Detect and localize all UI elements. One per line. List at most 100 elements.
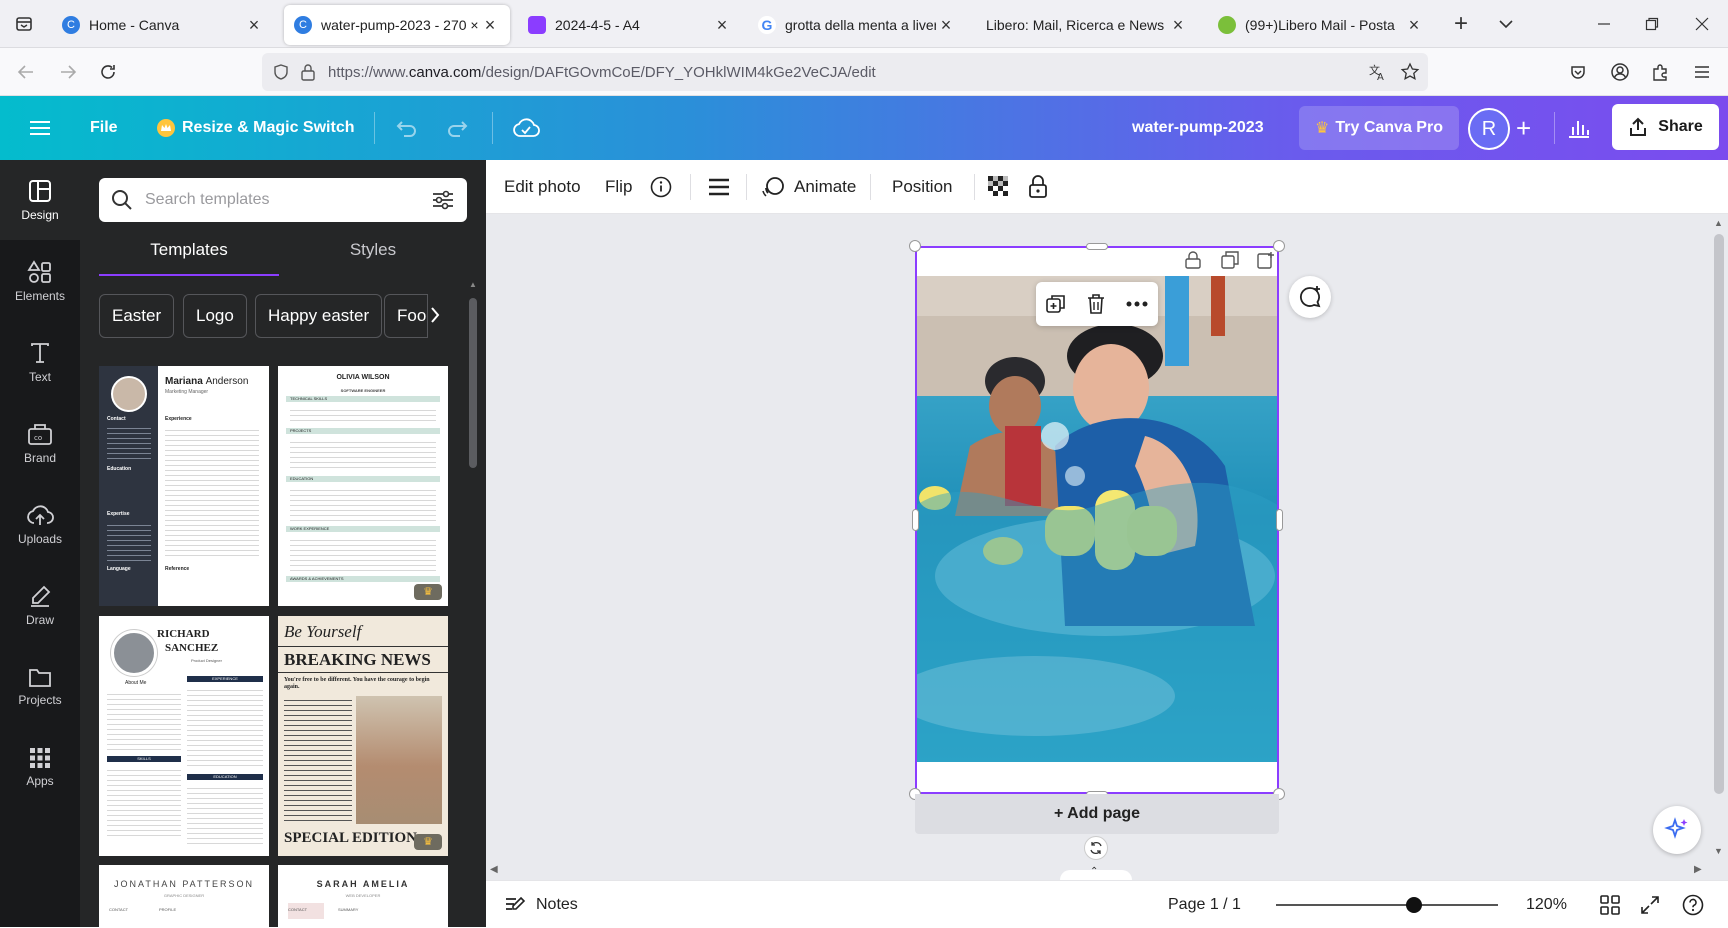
add-page-icon[interactable] xyxy=(1256,250,1276,270)
animate-button[interactable]: Animate xyxy=(762,160,856,214)
template-card[interactable]: OLIVIA WILSON SOFTWARE ENGINEER TECHNICA… xyxy=(278,366,448,606)
close-tab-icon[interactable]: × xyxy=(1168,15,1188,36)
tab-list-button[interactable] xyxy=(8,8,40,40)
try-canva-pro-button[interactable]: ♛ Try Canva Pro xyxy=(1299,106,1459,150)
new-tab-icon[interactable]: + xyxy=(1447,10,1475,38)
chips-next-chevron-icon[interactable] xyxy=(430,306,440,324)
lock-page-icon[interactable] xyxy=(1183,250,1203,270)
rail-item-projects[interactable]: Projects xyxy=(0,646,80,726)
search-input[interactable] xyxy=(145,191,419,209)
rail-item-brand[interactable]: co Brand xyxy=(0,403,80,483)
magic-assistant-button[interactable] xyxy=(1653,806,1701,854)
chip-logo[interactable]: Logo xyxy=(183,294,247,338)
close-window-icon[interactable] xyxy=(1688,10,1716,38)
undo-icon[interactable] xyxy=(394,96,418,160)
add-comment-button[interactable] xyxy=(1289,276,1331,318)
trash-icon[interactable] xyxy=(1086,293,1106,315)
template-card[interactable]: Be Yourself BREAKING NEWS You're free to… xyxy=(278,616,448,856)
back-arrow-icon[interactable] xyxy=(12,58,40,86)
browser-tab-home[interactable]: C Home - Canva × xyxy=(52,5,274,45)
rail-item-apps[interactable]: Apps xyxy=(0,727,80,807)
design-title[interactable]: water-pump-2023 xyxy=(1132,96,1264,160)
duplicate-page-icon[interactable] xyxy=(1220,250,1240,270)
close-tab-icon[interactable]: × xyxy=(244,15,264,36)
forward-arrow-icon[interactable] xyxy=(54,58,82,86)
fullscreen-icon[interactable] xyxy=(1640,881,1660,928)
tab-templates[interactable]: Templates xyxy=(99,240,279,276)
panel-scrollbar[interactable]: ▲ xyxy=(467,280,479,920)
reload-icon[interactable] xyxy=(94,58,122,86)
tab-overflow-chevron-icon[interactable] xyxy=(1492,10,1520,38)
address-bar[interactable]: https://www. canva.com/design/DAFtGOvmCoE… xyxy=(262,53,1428,91)
menu-hamburger-icon[interactable] xyxy=(1688,58,1716,86)
tab-styles[interactable]: Styles xyxy=(283,240,463,276)
zoom-slider-knob[interactable] xyxy=(1405,897,1422,913)
chip-happy-easter[interactable]: Happy easter xyxy=(255,294,383,338)
template-card[interactable]: Mariana Anderson Marketing Manager Conta… xyxy=(99,366,269,606)
rail-item-draw[interactable]: Draw xyxy=(0,565,80,645)
close-tab-icon[interactable]: × xyxy=(480,15,500,36)
chip-label: Food xyxy=(397,306,427,325)
avatar[interactable]: R xyxy=(1468,108,1510,150)
browser-tab-active[interactable]: C water-pump-2023 - 270 × 3 × xyxy=(284,5,510,45)
restore-icon[interactable] xyxy=(1638,10,1666,38)
cloud-saved-icon[interactable] xyxy=(512,96,540,160)
resize-magic-switch-button[interactable]: Resize & Magic Switch xyxy=(156,96,355,160)
resize-handle[interactable] xyxy=(1086,243,1108,250)
translate-icon[interactable]: 文A xyxy=(1368,62,1388,82)
rail-item-design[interactable]: Design xyxy=(0,160,80,240)
zoom-level-button[interactable]: 120% xyxy=(1526,881,1567,928)
pocket-icon[interactable] xyxy=(1564,58,1592,86)
analytics-icon[interactable] xyxy=(1568,96,1590,160)
rail-label: Design xyxy=(21,207,59,222)
browser-tab-libero-mail[interactable]: (99+)Libero Mail - Posta × xyxy=(1208,5,1434,45)
browser-tab-a4[interactable]: 2024-4-5 - A4 × xyxy=(518,5,742,45)
minimize-icon[interactable] xyxy=(1590,10,1618,38)
resize-handle[interactable] xyxy=(912,509,919,531)
refresh-page-icon[interactable] xyxy=(1084,836,1108,860)
browser-tab-libero[interactable]: Libero: Mail, Ricerca e News con × xyxy=(976,5,1198,45)
info-icon[interactable] xyxy=(650,160,672,214)
chip-easter[interactable]: Easter xyxy=(99,294,175,338)
canvas-vertical-scrollbar[interactable]: ▲ ▼ xyxy=(1710,214,1728,880)
close-tab-icon[interactable]: × xyxy=(936,15,956,36)
close-tab-icon[interactable]: × xyxy=(712,15,732,36)
redo-icon[interactable] xyxy=(446,96,470,160)
template-role: GRAPHIC DESIGNER xyxy=(163,893,205,898)
lock-icon[interactable] xyxy=(1028,160,1048,214)
filter-sliders-icon[interactable] xyxy=(431,189,455,211)
canvas-horizontal-scrollbar[interactable]: ◀ ▶ ⌃ xyxy=(486,862,1710,882)
rail-item-uploads[interactable]: Uploads xyxy=(0,484,80,564)
template-card[interactable]: SARAH AMELIA WEB DEVELOPER CONTACT SUMMA… xyxy=(278,865,448,927)
chip-food[interactable]: Food xyxy=(384,294,428,338)
duplicate-icon[interactable] xyxy=(1045,293,1067,315)
zoom-slider[interactable] xyxy=(1276,904,1498,906)
rail-item-elements[interactable]: Elements xyxy=(0,241,80,321)
extensions-icon[interactable] xyxy=(1646,58,1674,86)
add-collaborator-icon[interactable]: + xyxy=(1516,96,1531,160)
page-indicator-button[interactable]: Page 1 / 1 xyxy=(1168,881,1241,928)
help-icon[interactable] xyxy=(1682,881,1704,928)
transparency-icon[interactable] xyxy=(988,160,1010,214)
flip-button[interactable]: Flip xyxy=(605,160,632,214)
resize-handle[interactable] xyxy=(1276,509,1283,531)
file-menu-button[interactable]: File xyxy=(90,96,118,160)
position-button[interactable]: Position xyxy=(892,160,952,214)
border-style-icon[interactable] xyxy=(708,160,730,214)
template-card[interactable]: JONATHAN PATTERSON GRAPHIC DESIGNER CONT… xyxy=(99,865,269,927)
share-button[interactable]: Share xyxy=(1612,104,1719,150)
template-card[interactable]: RICHARD SANCHEZ Product Designer About M… xyxy=(99,616,269,856)
rail-item-text[interactable]: Text xyxy=(0,322,80,402)
add-page-button[interactable]: + Add page xyxy=(915,794,1279,834)
chevron-up-icon[interactable]: ⌃ xyxy=(1090,866,1098,877)
account-icon[interactable] xyxy=(1606,58,1634,86)
grid-view-icon[interactable] xyxy=(1600,881,1620,928)
notes-button[interactable]: Notes xyxy=(504,881,578,928)
browser-tab-google[interactable]: G grotta della menta a livergn × xyxy=(748,5,966,45)
close-tab-icon[interactable]: × xyxy=(1404,15,1424,36)
resize-handle[interactable] xyxy=(909,240,921,252)
more-options-icon[interactable] xyxy=(1125,300,1149,308)
main-menu-icon[interactable] xyxy=(30,96,50,160)
bookmark-star-icon[interactable] xyxy=(1400,62,1420,82)
edit-photo-button[interactable]: Edit photo xyxy=(504,160,581,214)
